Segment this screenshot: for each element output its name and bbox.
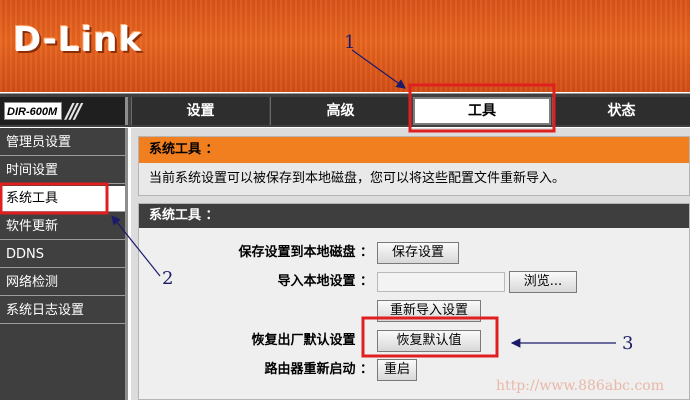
tab-advanced[interactable]: 高级 (270, 97, 410, 125)
tools-panel: 系统工具 ： 保存设置到本地磁盘 ： 保存设置 导入本地设置 ： 浏览... 重… (138, 203, 690, 400)
reboot-button[interactable]: 重启 (377, 359, 417, 381)
restore-defaults-button[interactable]: 恢复默认值 (377, 330, 481, 352)
intro-title: 系统工具 ： (139, 137, 689, 163)
sidebar-item-firmware[interactable]: 软件更新 (0, 214, 125, 240)
tab-status[interactable]: 状态 (552, 97, 690, 125)
restore-defaults-label: 恢复出厂默认设置 ： (251, 333, 373, 348)
tab-setup[interactable]: 设置 (131, 97, 269, 125)
browse-button[interactable]: 浏览... (509, 271, 577, 293)
save-settings-label: 保存设置到本地磁盘 ： (238, 245, 373, 260)
sidebar: 管理员设置 时间设置 系统工具 软件更新 DDNS 网络检测 系统日志设置 (0, 128, 128, 400)
annotation-number-2: 2 (162, 268, 174, 289)
reimport-settings-button[interactable]: 重新导入设置 (377, 300, 481, 322)
sidebar-item-syslog[interactable]: 系统日志设置 (0, 298, 125, 324)
model-badge: DIR-600M /// (0, 97, 128, 125)
watermark: http://www.886abc.com (496, 378, 664, 394)
slash-decoration-icon: /// (66, 99, 82, 123)
intro-description: 当前系统设置可以被保存到本地磁盘，您可以将这些配置文件重新导入。 (149, 171, 566, 186)
import-file-input[interactable] (377, 272, 505, 292)
reboot-label: 路由器重新启动 ： (264, 362, 373, 377)
dlink-logo: D-Link (13, 20, 143, 60)
sidebar-item-time[interactable]: 时间设置 (0, 158, 125, 184)
top-nav: DIR-600M /// 设置 高级 工具 状态 (0, 93, 690, 127)
tools-title: 系统工具 ： (139, 204, 689, 228)
intro-panel: 系统工具 ： 当前系统设置可以被保存到本地磁盘，您可以将这些配置文件重新导入。 (138, 136, 690, 196)
annotation-number-1: 1 (344, 32, 356, 53)
save-settings-button[interactable]: 保存设置 (377, 242, 459, 264)
sidebar-item-system-tools[interactable]: 系统工具 (0, 186, 125, 212)
main-content: 系统工具 ： 当前系统设置可以被保存到本地磁盘，您可以将这些配置文件重新导入。 … (131, 128, 690, 400)
sidebar-item-network-check[interactable]: 网络检测 (0, 270, 125, 296)
sidebar-item-ddns[interactable]: DDNS (0, 242, 125, 268)
annotation-number-3: 3 (622, 333, 634, 354)
tab-tools[interactable]: 工具 (413, 97, 551, 125)
sidebar-item-admin[interactable]: 管理员设置 (0, 130, 125, 156)
model-label: DIR-600M (4, 102, 62, 120)
